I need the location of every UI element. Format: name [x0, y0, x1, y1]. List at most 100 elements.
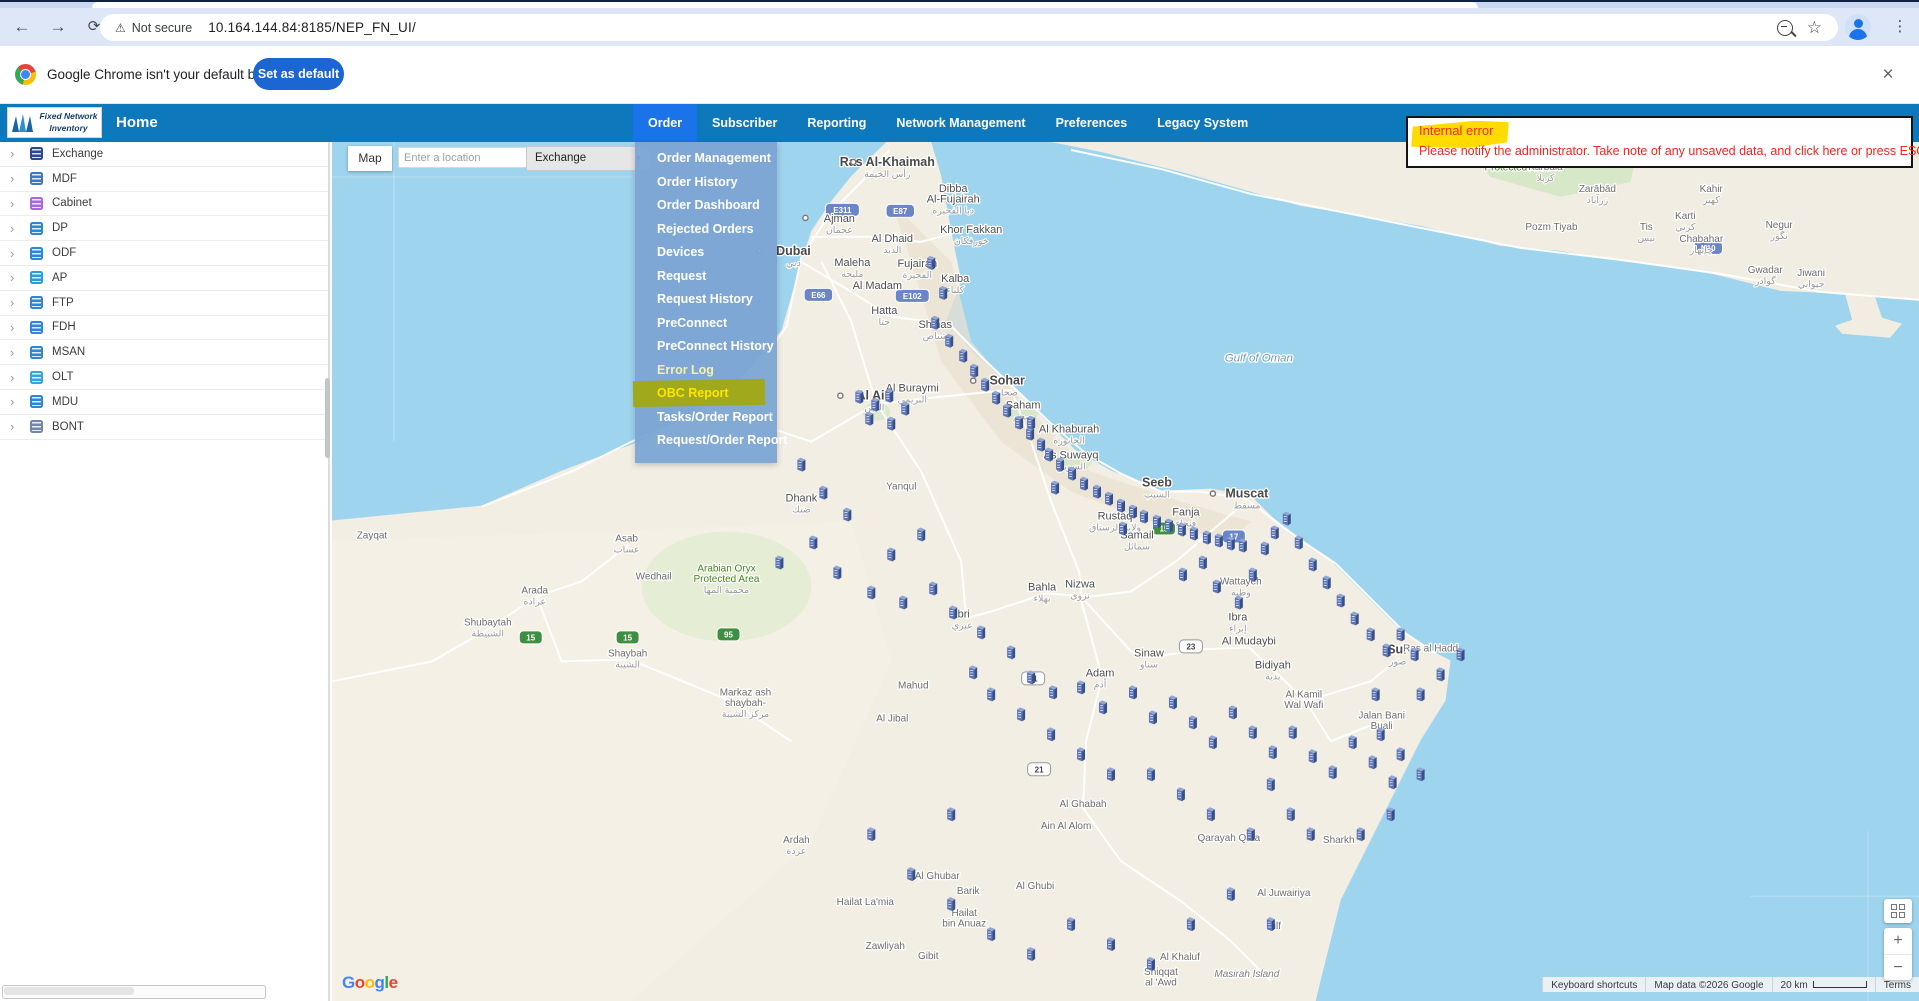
building-marker[interactable]	[1027, 416, 1035, 430]
expand-chevron-icon[interactable]: ›	[10, 395, 24, 408]
building-marker[interactable]	[1140, 510, 1148, 524]
building-marker[interactable]	[1307, 827, 1315, 841]
building-marker[interactable]	[1077, 680, 1085, 694]
expand-chevron-icon[interactable]: ›	[10, 197, 24, 210]
building-marker[interactable]	[901, 402, 909, 416]
nav-item-network-management[interactable]: Network Management	[881, 104, 1040, 142]
building-marker[interactable]	[1107, 767, 1115, 781]
building-marker[interactable]	[1015, 416, 1023, 430]
expand-chevron-icon[interactable]: ›	[10, 222, 24, 235]
building-marker[interactable]	[1267, 777, 1275, 791]
building-marker[interactable]	[819, 486, 827, 500]
sidebar-item-ap[interactable]: ›AP	[0, 266, 328, 291]
sidebar-item-exchange[interactable]: ›Exchange	[0, 142, 328, 167]
building-marker[interactable]	[1190, 527, 1198, 541]
menu-item-order-management[interactable]: Order Management	[635, 147, 777, 171]
building-marker[interactable]	[1389, 775, 1397, 789]
banner-close-icon[interactable]: ×	[1872, 46, 1904, 103]
building-marker[interactable]	[1377, 727, 1385, 741]
building-marker[interactable]	[1129, 685, 1137, 699]
building-marker[interactable]	[931, 316, 939, 330]
building-marker[interactable]	[833, 566, 841, 580]
building-marker[interactable]	[867, 585, 875, 599]
building-marker[interactable]	[947, 897, 955, 911]
building-marker[interactable]	[809, 536, 817, 550]
map-type-button[interactable]: Map	[348, 146, 392, 171]
expand-chevron-icon[interactable]: ›	[10, 147, 24, 160]
zoom-in-button[interactable]: +	[1884, 928, 1912, 955]
back-icon[interactable]: ←	[8, 8, 36, 46]
building-marker[interactable]	[865, 412, 873, 426]
expand-chevron-icon[interactable]: ›	[10, 371, 24, 384]
building-marker[interactable]	[1056, 458, 1064, 472]
menu-item-request[interactable]: Request	[635, 265, 777, 289]
building-marker[interactable]	[981, 378, 989, 392]
building-marker[interactable]	[1003, 404, 1011, 418]
building-marker[interactable]	[1007, 645, 1015, 659]
building-marker[interactable]	[1045, 448, 1053, 462]
building-marker[interactable]	[1295, 536, 1303, 550]
building-marker[interactable]	[1027, 947, 1035, 961]
building-marker[interactable]	[1309, 749, 1317, 763]
building-marker[interactable]	[1209, 735, 1217, 749]
map-data-link[interactable]: Map data ©2026 Google	[1645, 977, 1771, 992]
nav-item-reporting[interactable]: Reporting	[792, 104, 881, 142]
building-marker[interactable]	[970, 364, 978, 378]
building-marker[interactable]	[1119, 522, 1127, 536]
menu-item-devices[interactable]: Devices	[635, 241, 777, 265]
security-label[interactable]: Not secure	[132, 21, 192, 35]
building-marker[interactable]	[1372, 687, 1380, 701]
building-marker[interactable]	[1309, 558, 1317, 572]
building-marker[interactable]	[1397, 627, 1405, 641]
building-marker[interactable]	[1267, 917, 1275, 931]
menu-item-obc-report[interactable]: OBC Report	[635, 382, 777, 406]
sidebar-item-mdf[interactable]: ›MDF	[0, 167, 328, 192]
building-marker[interactable]	[1178, 523, 1186, 537]
building-marker[interactable]	[1117, 499, 1125, 513]
building-marker[interactable]	[1199, 556, 1207, 570]
menu-item-preconnect[interactable]: PreConnect	[635, 312, 777, 336]
building-marker[interactable]	[929, 581, 937, 595]
building-marker[interactable]	[1357, 827, 1365, 841]
building-marker[interactable]	[1437, 667, 1445, 681]
expand-chevron-icon[interactable]: ›	[10, 321, 24, 334]
building-marker[interactable]	[1329, 765, 1337, 779]
map-canvas[interactable]: E311E87E66E1021515951517213123N10 Dubaiد…	[332, 142, 1919, 1001]
building-marker[interactable]	[1147, 957, 1155, 971]
address-bar[interactable]: ⚠ Not secure 10.164.144.84:8185/NEP_FN_U…	[100, 14, 1838, 41]
sidebar-item-msan[interactable]: ›MSAN	[0, 340, 328, 365]
profile-avatar[interactable]	[1845, 14, 1871, 40]
building-marker[interactable]	[947, 807, 955, 821]
building-marker[interactable]	[1203, 531, 1211, 545]
page-zoom-icon[interactable]	[1777, 20, 1793, 36]
url-text[interactable]: 10.164.144.84:8185/NEP_FN_UI/	[208, 20, 416, 35]
building-marker[interactable]	[1235, 595, 1243, 609]
building-marker[interactable]	[843, 508, 851, 522]
forward-icon[interactable]: →	[44, 8, 72, 46]
sidebar-item-ftp[interactable]: ›FTP	[0, 291, 328, 316]
sidebar-item-bont[interactable]: ›BONT	[0, 415, 328, 440]
building-marker[interactable]	[871, 398, 879, 412]
building-marker[interactable]	[917, 528, 925, 542]
sidebar-horizontal-scrollbar[interactable]	[2, 985, 266, 999]
building-marker[interactable]	[887, 417, 895, 431]
sidebar-item-olt[interactable]: ›OLT	[0, 365, 328, 390]
building-marker[interactable]	[1227, 537, 1235, 551]
menu-item-request-order-report[interactable]: Request/Order Report	[635, 429, 777, 453]
expand-chevron-icon[interactable]: ›	[10, 296, 24, 309]
building-marker[interactable]	[1417, 687, 1425, 701]
building-marker[interactable]	[899, 595, 907, 609]
building-marker[interactable]	[1093, 485, 1101, 499]
nav-item-legacy-system[interactable]: Legacy System	[1142, 104, 1263, 142]
building-marker[interactable]	[1051, 481, 1059, 495]
sidebar-vertical-scrollbar[interactable]	[325, 378, 330, 458]
expand-chevron-icon[interactable]: ›	[10, 247, 24, 260]
building-marker[interactable]	[1289, 725, 1297, 739]
tiles-toggle-button[interactable]	[1884, 899, 1912, 923]
building-marker[interactable]	[775, 556, 783, 570]
building-marker[interactable]	[1227, 887, 1235, 901]
bookmark-star-icon[interactable]: ☆	[1807, 21, 1822, 35]
building-marker[interactable]	[1105, 492, 1113, 506]
location-search-input[interactable]	[398, 147, 528, 168]
zoom-out-button[interactable]: −	[1884, 955, 1912, 981]
